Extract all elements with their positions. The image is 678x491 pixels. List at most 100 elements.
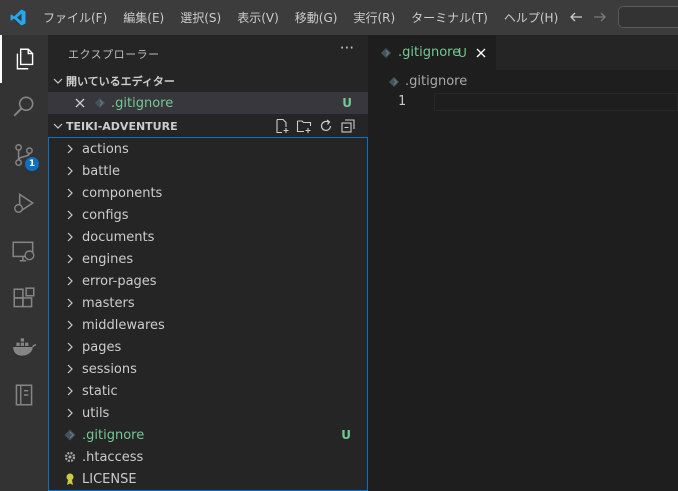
menu-item[interactable]: 選択(S) xyxy=(172,9,229,26)
menu-item[interactable]: ファイル(F) xyxy=(35,9,115,26)
tab-gitignore[interactable]: .gitignore U xyxy=(368,35,496,70)
folder-label: engines xyxy=(82,251,134,267)
remote-explorer-activity[interactable] xyxy=(0,227,48,275)
open-editor-filename: .gitignore xyxy=(111,95,174,111)
extensions-activity[interactable] xyxy=(0,275,48,323)
folder-label: documents xyxy=(82,229,155,245)
chevron-down-icon xyxy=(53,78,63,84)
menu-item[interactable]: ヘルプ(H) xyxy=(496,9,566,26)
editor-area: .gitignore U .gitignore 1 xyxy=(368,35,678,491)
forward-arrow-icon[interactable] xyxy=(592,9,608,25)
refresh-icon[interactable] xyxy=(318,118,334,134)
breadcrumb: .gitignore xyxy=(388,74,467,89)
chevron-right-icon xyxy=(67,342,73,352)
files-icon xyxy=(16,48,34,70)
open-editor-item[interactable]: .gitignore U xyxy=(48,92,368,114)
folder-label: components xyxy=(82,185,163,201)
folder-label: configs xyxy=(82,207,129,223)
current-line-highlight[interactable] xyxy=(434,93,678,111)
back-arrow-icon[interactable] xyxy=(568,9,584,25)
diamond-icon xyxy=(64,429,76,441)
folder-item[interactable]: error-pages xyxy=(49,270,367,292)
chevron-right-icon xyxy=(67,320,73,330)
source-control-activity[interactable]: 1 xyxy=(0,131,48,179)
folder-item[interactable]: documents xyxy=(49,226,367,248)
folder-item[interactable]: masters xyxy=(49,292,367,314)
remote-explorer-icon xyxy=(12,241,35,262)
open-editors-label: 開いているエディター xyxy=(66,75,175,88)
run-debug-activity[interactable] xyxy=(0,179,48,227)
menu-item[interactable]: 表示(V) xyxy=(229,9,287,26)
explorer-activity[interactable] xyxy=(0,35,48,83)
new-folder-icon[interactable] xyxy=(296,118,312,134)
chevron-down-icon xyxy=(53,123,63,129)
folder-item[interactable]: engines xyxy=(49,248,367,270)
folder-label: actions xyxy=(82,141,129,157)
gear-icon xyxy=(64,451,76,463)
chevron-right-icon xyxy=(67,364,73,374)
activity-bar: 1 xyxy=(0,35,48,491)
file-label: LICENSE xyxy=(82,471,137,487)
collapse-all-icon[interactable] xyxy=(340,118,356,134)
chevron-right-icon xyxy=(67,298,73,308)
menu-item[interactable]: ターミナル(T) xyxy=(403,9,496,26)
folder-label: utils xyxy=(82,405,110,421)
folder-item[interactable]: utils xyxy=(49,402,367,424)
breadcrumb-file[interactable]: .gitignore xyxy=(405,74,467,89)
folder-label: middlewares xyxy=(82,317,165,333)
menu-item[interactable]: 編集(E) xyxy=(115,9,172,26)
navigation-arrows xyxy=(568,9,608,25)
chevron-right-icon xyxy=(67,166,73,176)
tab-bar: .gitignore U xyxy=(368,35,678,70)
search-activity[interactable] xyxy=(0,83,48,131)
folder-item[interactable]: pages xyxy=(49,336,367,358)
new-file-icon[interactable] xyxy=(274,118,290,134)
diamond-icon xyxy=(381,47,391,58)
extensions-icon xyxy=(13,287,35,308)
notebook-activity[interactable] xyxy=(0,371,48,419)
folder-item[interactable]: static xyxy=(49,380,367,402)
license-icon xyxy=(66,473,74,485)
docker-activity[interactable] xyxy=(0,323,48,371)
diamond-icon xyxy=(95,98,105,108)
file-item[interactable]: LICENSE xyxy=(49,468,367,490)
close-icon[interactable] xyxy=(74,97,86,109)
vscode-logo-icon xyxy=(10,9,26,26)
untracked-badge: U xyxy=(342,96,352,110)
search-icon xyxy=(13,96,34,117)
scm-badge: 1 xyxy=(25,157,39,171)
folder-label: error-pages xyxy=(82,273,157,289)
chevron-right-icon xyxy=(67,386,73,396)
folder-label: masters xyxy=(82,295,135,311)
untracked-badge: U xyxy=(341,428,351,442)
menu-item[interactable]: 実行(R) xyxy=(345,9,403,26)
chevron-right-icon xyxy=(67,232,73,242)
project-label: TEIKI-ADVENTURE xyxy=(66,119,178,133)
folder-item[interactable]: middlewares xyxy=(49,314,367,336)
run-debug-icon xyxy=(14,192,35,214)
chevron-right-icon xyxy=(67,276,73,286)
folder-item[interactable]: actions xyxy=(49,138,367,160)
menu-item[interactable]: 移動(G) xyxy=(287,9,346,26)
line-number: 1 xyxy=(398,94,406,109)
folder-item[interactable]: sessions xyxy=(49,358,367,380)
folder-label: static xyxy=(82,383,118,399)
diamond-icon xyxy=(389,76,399,87)
more-actions-button[interactable]: ··· xyxy=(340,39,354,57)
chevron-right-icon xyxy=(67,408,73,418)
file-item[interactable]: .htaccess xyxy=(49,446,367,468)
close-icon[interactable] xyxy=(475,47,487,59)
title-bar: ファイル(F) 編集(E) 選択(S) 表示(V) 移動(G) 実行(R) ターミナル(T)… xyxy=(0,0,678,35)
tab-status: U xyxy=(458,45,467,60)
chevron-right-icon xyxy=(67,188,73,198)
file-item[interactable]: .gitignore U xyxy=(49,424,367,446)
project-header[interactable]: TEIKI-ADVENTURE xyxy=(48,115,368,137)
open-editors-header[interactable]: 開いているエディター xyxy=(48,70,368,92)
folder-item[interactable]: battle xyxy=(49,160,367,182)
chevron-right-icon xyxy=(67,210,73,220)
folder-item[interactable]: components xyxy=(49,182,367,204)
notebook-icon xyxy=(15,384,33,406)
command-center-search[interactable] xyxy=(618,6,678,28)
explorer-sidebar: エクスプローラー ··· 開いているエディター .gitignore U TEI… xyxy=(48,35,368,491)
folder-item[interactable]: configs xyxy=(49,204,367,226)
